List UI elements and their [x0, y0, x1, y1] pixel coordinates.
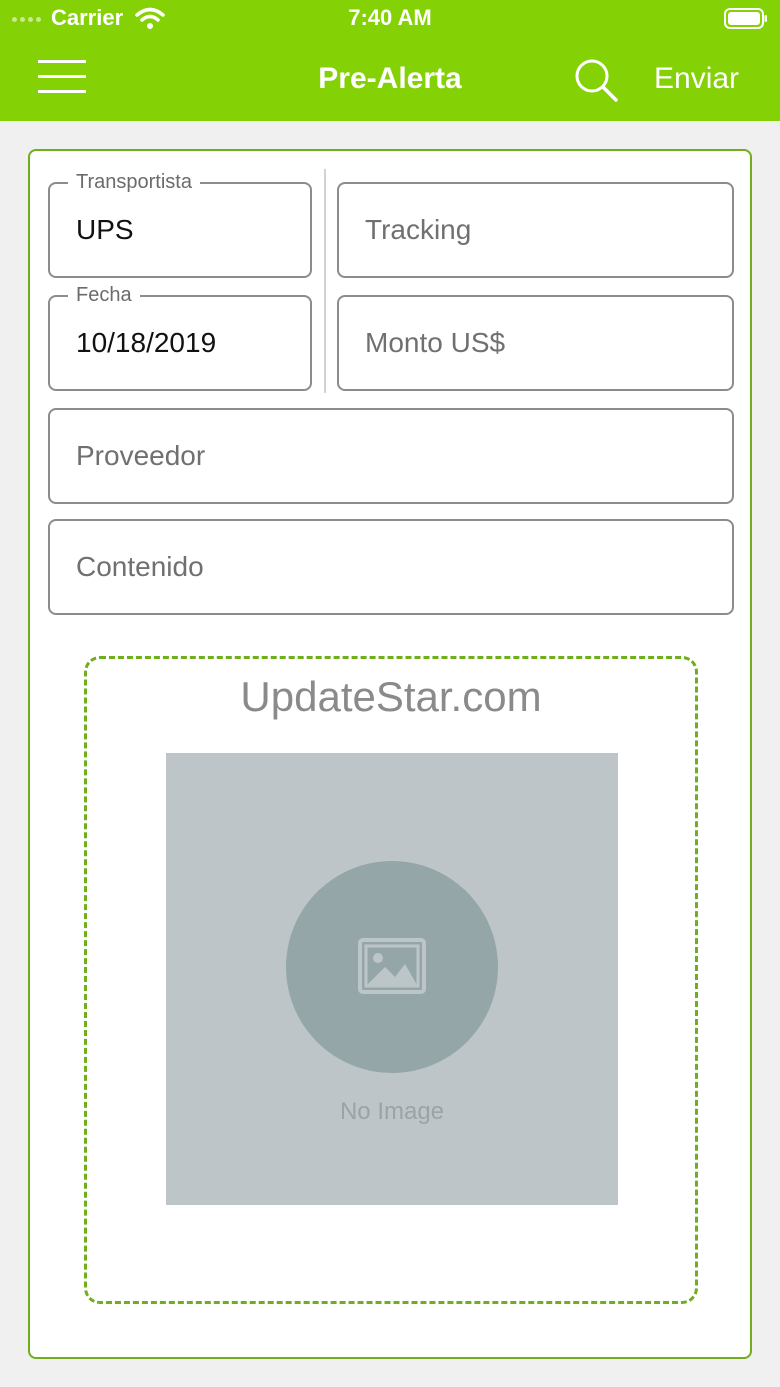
image-placeholder-icon [358, 938, 426, 994]
supplier-field[interactable]: Proveedor [48, 408, 734, 504]
column-divider [324, 169, 326, 393]
send-button[interactable]: Enviar [654, 62, 739, 96]
supplier-field-placeholder: Proveedor [76, 440, 206, 471]
carrier-field[interactable]: Transportista UPS [48, 170, 312, 278]
image-placeholder[interactable]: No Image [166, 753, 618, 1205]
clock-time: 7:40 AM [348, 5, 432, 30]
no-image-label: No Image [339, 1098, 445, 1125]
amount-field[interactable]: Monto US$ [337, 295, 734, 391]
image-upload-area[interactable]: UpdateStar.com No Image [84, 656, 698, 1304]
app-header: Carrier 7:40 AM Pre-Alerta Enviar [0, 0, 780, 121]
pre-alert-form-card: Transportista UPS Tracking Fecha 10/18/2… [28, 149, 752, 1359]
amount-field-placeholder: Monto US$ [365, 327, 506, 358]
carrier-field-value: UPS [76, 214, 134, 245]
date-field-value: 10/18/2019 [76, 327, 217, 358]
search-icon[interactable] [572, 56, 620, 104]
watermark-text: UpdateStar.com [240, 673, 542, 720]
tracking-field[interactable]: Tracking [337, 182, 734, 278]
date-field[interactable]: Fecha 10/18/2019 [48, 283, 312, 391]
tracking-field-placeholder: Tracking [365, 214, 472, 245]
content-field[interactable]: Contenido [48, 519, 734, 615]
hamburger-menu-icon[interactable] [38, 60, 86, 96]
navigation-bar: Pre-Alerta Enviar [0, 40, 780, 121]
battery-icon [724, 8, 767, 29]
image-placeholder-circle [286, 861, 498, 1073]
content-field-placeholder: Contenido [76, 551, 204, 582]
status-bar: Carrier 7:40 AM [0, 0, 780, 40]
